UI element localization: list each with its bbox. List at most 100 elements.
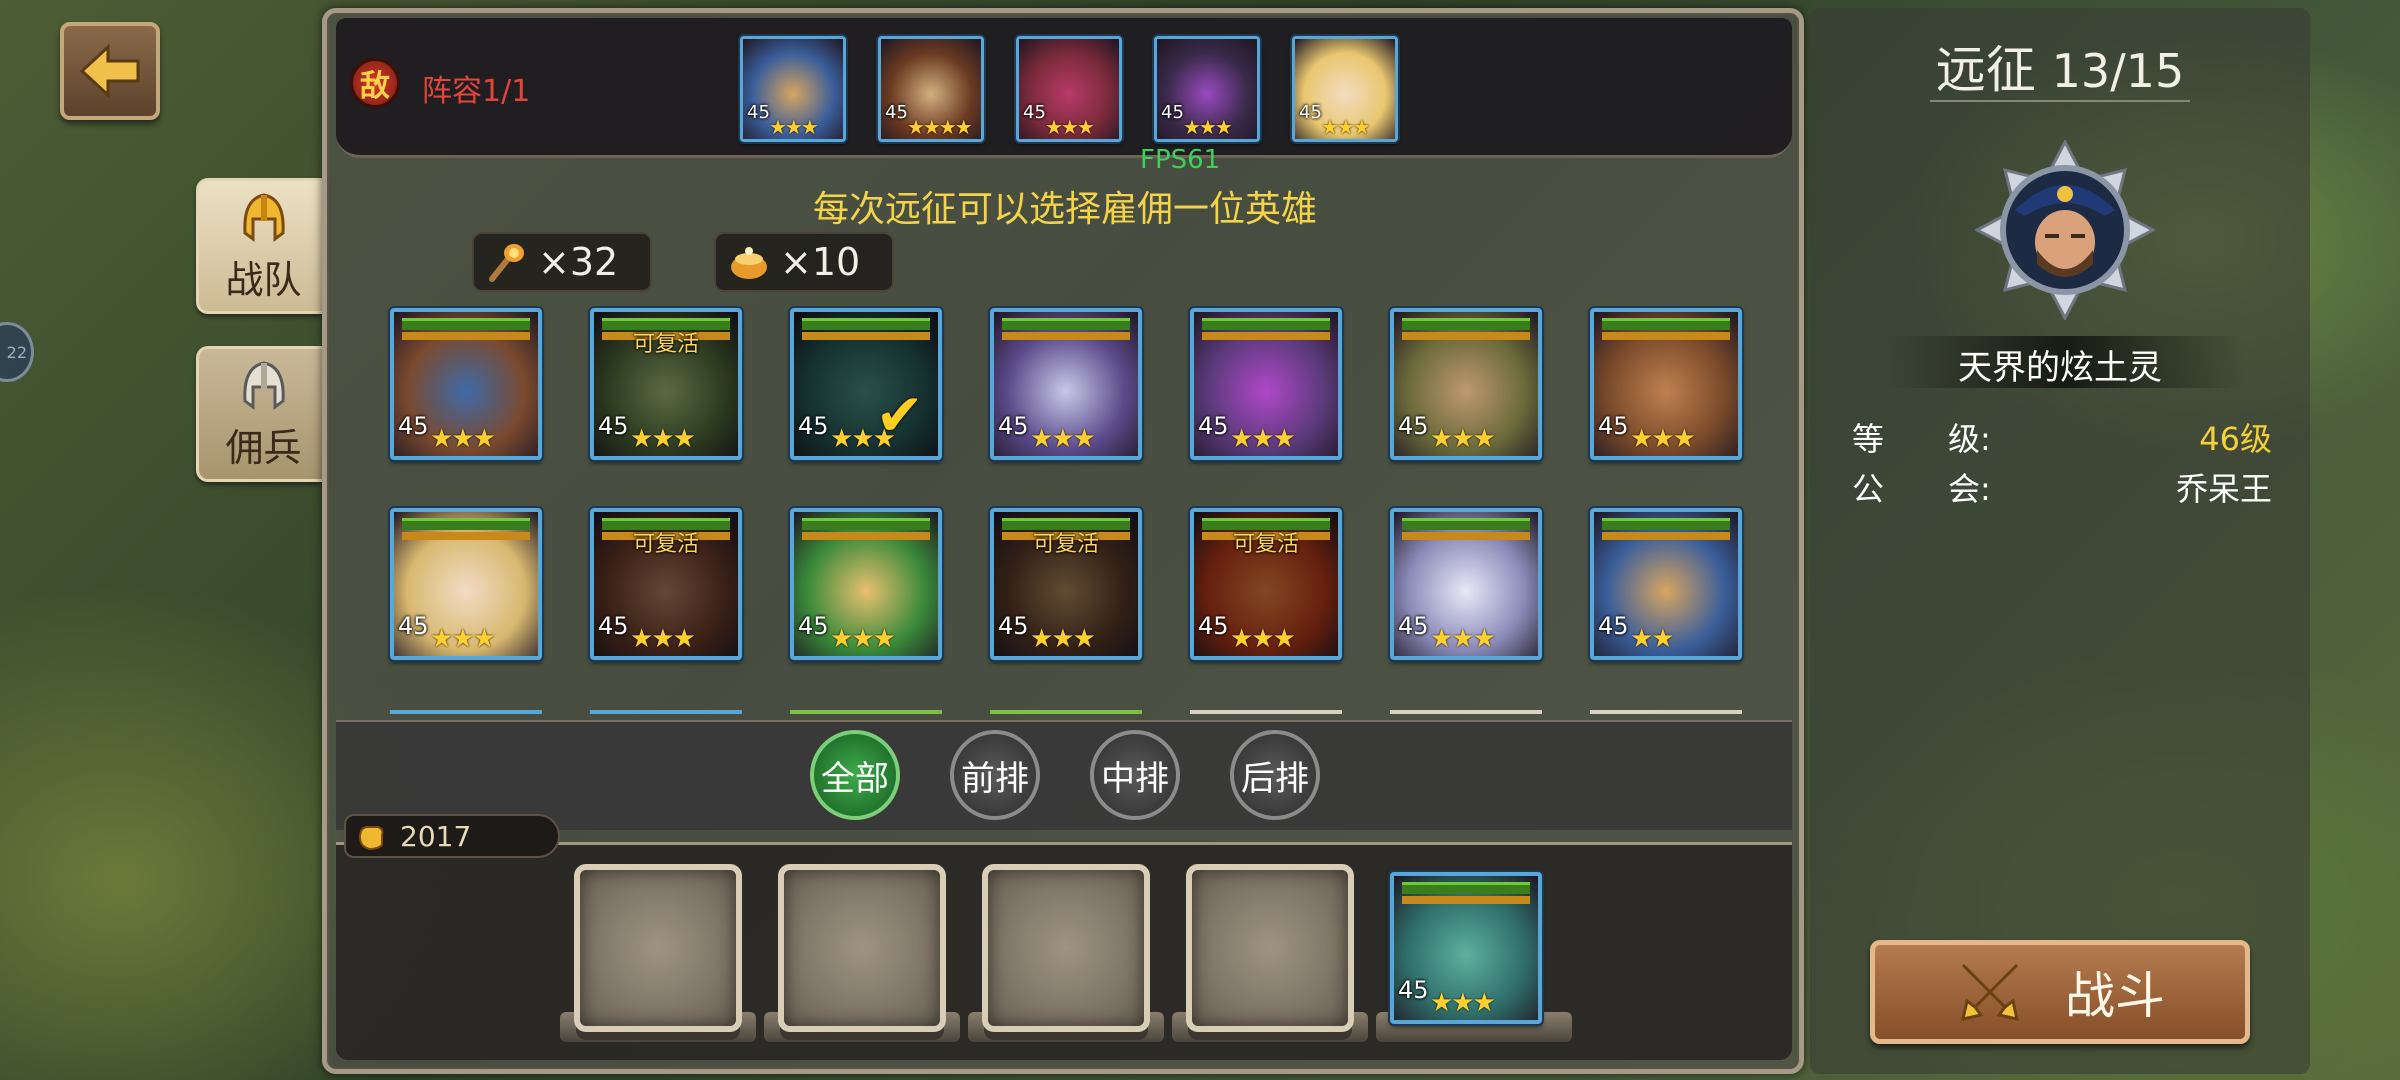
roster-hero-card[interactable]: 45 ★★★ bbox=[390, 308, 542, 460]
hero-level: 45 bbox=[598, 612, 629, 640]
filter-all[interactable]: 全部 bbox=[810, 730, 900, 820]
tab-team-label: 战队 bbox=[225, 257, 302, 302]
hero-stars: ★★★ bbox=[1045, 115, 1095, 139]
hero-energy-bar bbox=[802, 332, 930, 340]
roster-hero-card[interactable]: 45 ★★★ bbox=[1190, 308, 1342, 460]
back-button[interactable] bbox=[60, 22, 160, 120]
hero-level: 45 bbox=[998, 412, 1029, 440]
level-key-2: 级: bbox=[1948, 420, 1991, 458]
resource-pot: ×10 bbox=[714, 232, 894, 292]
hero-level: 45 bbox=[1161, 102, 1184, 123]
team-power-value: 2017 bbox=[400, 819, 472, 853]
roster-hero-card[interactable]: 45 ★★★ ✔ bbox=[790, 308, 942, 460]
roster-hero-card[interactable]: 45 ★★★ bbox=[790, 508, 942, 660]
roster-hero-card[interactable]: 45 ★★ bbox=[1590, 508, 1742, 660]
hero-stars: ★★★ bbox=[830, 624, 896, 654]
hero-energy-bar bbox=[1402, 332, 1530, 340]
resource-torch-count: ×32 bbox=[538, 240, 619, 284]
hero-level: 45 bbox=[1023, 102, 1046, 123]
hero-stars: ★★★ bbox=[1430, 988, 1496, 1018]
roster-hero-card[interactable]: 45 ★★★ bbox=[1390, 508, 1542, 660]
hero-stars: ★★★ bbox=[1430, 424, 1496, 454]
roster-hero-card[interactable]: 可复活 45 ★★★ bbox=[590, 508, 742, 660]
enemy-lineup-label[interactable]: 阵容1/1 bbox=[422, 66, 530, 110]
hero-stars: ★★ bbox=[1630, 624, 1675, 654]
hero-hp-bar bbox=[802, 318, 930, 330]
hero-level: 45 bbox=[598, 412, 629, 440]
hero-hp-bar bbox=[1602, 318, 1730, 330]
hero-level: 45 bbox=[1598, 412, 1629, 440]
hero-level: 45 bbox=[747, 102, 770, 123]
filter-back[interactable]: 后排 bbox=[1230, 730, 1320, 820]
hero-hp-bar bbox=[1002, 318, 1130, 330]
roster-hero-card[interactable]: 45 ★★★ bbox=[990, 308, 1142, 460]
enemy-hero-4[interactable]: 45 ★★★ bbox=[1154, 36, 1260, 142]
hero-stars: ★★★ bbox=[1321, 115, 1371, 139]
tab-mercenary-label: 佣兵 bbox=[225, 425, 302, 470]
revivable-label: 可复活 bbox=[632, 332, 699, 357]
title-ornament bbox=[1930, 100, 2190, 112]
hero-level: 45 bbox=[1398, 412, 1429, 440]
roster-hero-card[interactable]: 45 ★★★ bbox=[1390, 308, 1542, 460]
roster-hero-card[interactable]: 可复活 45 ★★★ bbox=[1190, 508, 1342, 660]
hero-level: 45 bbox=[1198, 612, 1229, 640]
fight-button[interactable]: 战斗 bbox=[1870, 940, 2250, 1044]
player-name: 天界的炫土灵 bbox=[1958, 348, 2162, 388]
back-arrow-icon bbox=[79, 43, 140, 99]
hero-level: 45 bbox=[998, 612, 1029, 640]
filter-back-label: 后排 bbox=[1241, 758, 1309, 799]
hero-hp-bar bbox=[1402, 882, 1530, 894]
hero-hp-bar bbox=[1602, 518, 1730, 530]
roster-hero-card[interactable]: 45 ★★★ bbox=[390, 508, 542, 660]
lineup-slot-2[interactable] bbox=[778, 864, 946, 1032]
hero-energy-bar bbox=[402, 532, 530, 540]
enemy-badge: 敌 bbox=[350, 58, 400, 108]
hero-stars: ★★★ bbox=[1230, 424, 1296, 454]
hero-energy-bar bbox=[1202, 332, 1330, 340]
selected-check-icon: ✔ bbox=[875, 381, 924, 449]
hero-hp-bar bbox=[1402, 318, 1530, 330]
resource-torch: ×32 bbox=[472, 232, 652, 292]
hero-level: 45 bbox=[1398, 976, 1429, 1004]
expedition-title: 远征 13/15 bbox=[1810, 30, 2310, 102]
hero-energy-bar bbox=[1002, 332, 1130, 340]
enemy-hero-2[interactable]: 45 ★★★★ bbox=[878, 36, 984, 142]
hero-hp-bar bbox=[402, 318, 530, 330]
hero-stars: ★★★ bbox=[630, 424, 696, 454]
hero-energy-bar bbox=[1402, 532, 1530, 540]
filter-front-label: 前排 bbox=[961, 758, 1029, 799]
lineup-slot-4[interactable] bbox=[1186, 864, 1354, 1032]
filter-middle[interactable]: 中排 bbox=[1090, 730, 1180, 820]
revivable-label: 可复活 bbox=[632, 532, 699, 557]
helmet-icon bbox=[242, 360, 285, 410]
player-avatar[interactable] bbox=[1975, 140, 2155, 320]
roster-hero-card[interactable]: 45 ★★★ bbox=[1590, 308, 1742, 460]
enemy-hero-1[interactable]: 45 ★★★ bbox=[740, 36, 846, 142]
fist-icon bbox=[358, 826, 384, 851]
hero-stars: ★★★ bbox=[430, 624, 496, 654]
filter-front[interactable]: 前排 bbox=[950, 730, 1040, 820]
hero-level: 45 bbox=[398, 612, 429, 640]
roster-hero-card[interactable]: 可复活 45 ★★★ bbox=[590, 308, 742, 460]
lineup-slot-3[interactable] bbox=[982, 864, 1150, 1032]
hero-level: 45 bbox=[885, 102, 908, 123]
fps-counter: FPS61 bbox=[1140, 145, 1221, 175]
hero-stars: ★★★★ bbox=[907, 115, 973, 139]
expedition-title-word: 远征 bbox=[1935, 41, 2036, 99]
hero-stars: ★★★ bbox=[769, 115, 819, 139]
roster-hero-card[interactable]: 可复活 45 ★★★ bbox=[990, 508, 1142, 660]
mercenary-hint-text: 每次远征可以选择雇佣一位英雄 bbox=[812, 189, 1317, 230]
level-key-1: 等 bbox=[1852, 420, 1885, 458]
enemy-hero-3[interactable]: 45 ★★★ bbox=[1016, 36, 1122, 142]
hero-stars: ★★★ bbox=[1030, 424, 1096, 454]
side-bubble[interactable]: 22 bbox=[0, 322, 34, 382]
filter-all-label: 全部 bbox=[821, 758, 889, 799]
lineup-slot-5-hero[interactable]: 45 ★★★ bbox=[1390, 872, 1542, 1024]
tab-mercenary[interactable]: 佣兵 bbox=[196, 346, 328, 482]
filter-middle-label: 中排 bbox=[1101, 758, 1169, 799]
lineup-slot-1[interactable] bbox=[574, 864, 742, 1032]
hero-hp-bar bbox=[802, 518, 930, 530]
enemy-hero-5[interactable]: 45 ★★★ bbox=[1292, 36, 1398, 142]
revivable-label: 可复活 bbox=[1232, 532, 1299, 557]
hero-level: 45 bbox=[1198, 412, 1229, 440]
